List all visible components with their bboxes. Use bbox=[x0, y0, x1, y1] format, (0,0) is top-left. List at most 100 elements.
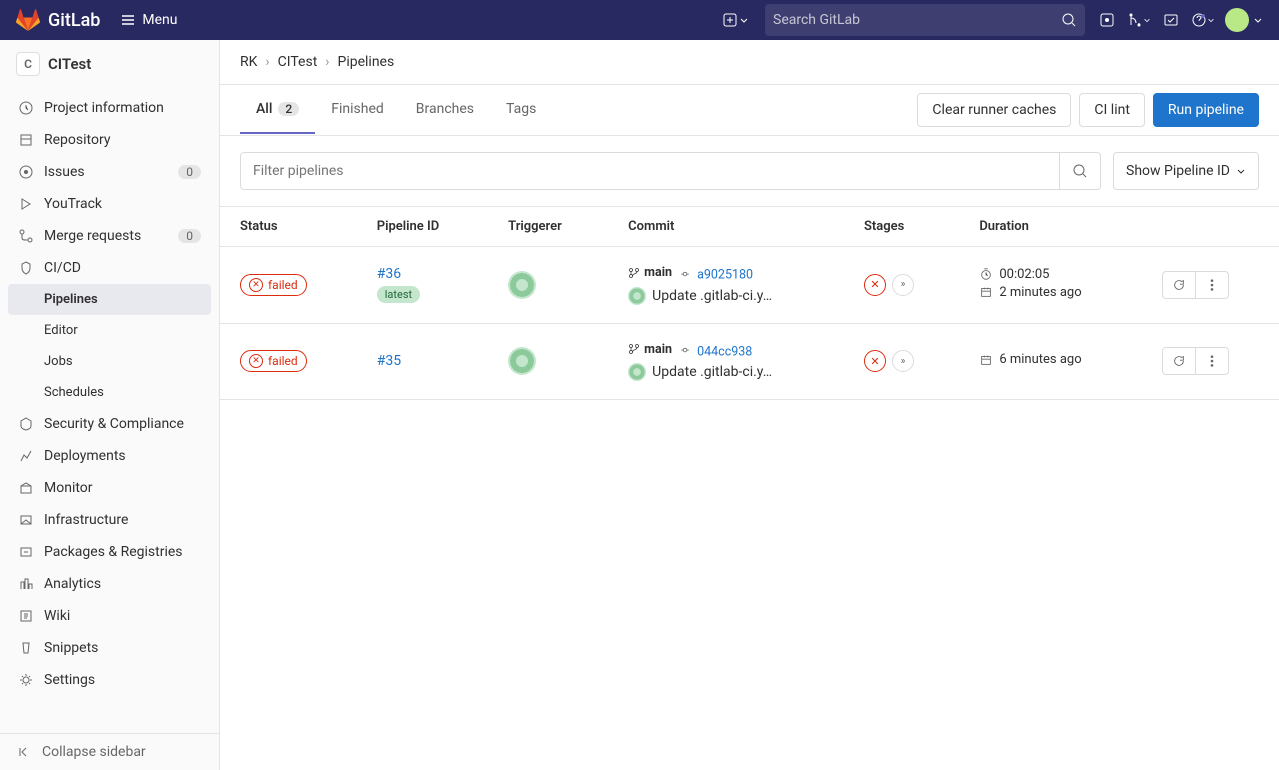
commit-message[interactable]: Update .gitlab-ci.y… bbox=[652, 288, 772, 304]
commit-avatar bbox=[628, 287, 646, 305]
tab-finished[interactable]: Finished bbox=[315, 86, 400, 134]
retry-button[interactable] bbox=[1162, 271, 1196, 299]
sidebar-item-project-information[interactable]: Project information bbox=[8, 92, 211, 124]
chevron-down-icon bbox=[1253, 15, 1263, 25]
merge-icon bbox=[1127, 12, 1143, 28]
search-input[interactable] bbox=[773, 12, 1061, 28]
status-badge[interactable]: ✕failed bbox=[240, 350, 307, 372]
menu-button[interactable]: Menu bbox=[120, 12, 177, 28]
sidebar-item-analytics[interactable]: Analytics bbox=[8, 568, 211, 600]
sidebar-item-label: Infrastructure bbox=[44, 512, 128, 528]
clear-caches-button[interactable]: Clear runner caches bbox=[917, 93, 1071, 127]
project-name: CITest bbox=[48, 55, 91, 73]
tab-tags[interactable]: Tags bbox=[490, 86, 552, 134]
project-header[interactable]: C CITest bbox=[0, 40, 219, 88]
global-search[interactable] bbox=[765, 4, 1085, 36]
project-avatar: C bbox=[16, 52, 40, 76]
todos-icon-button[interactable] bbox=[1157, 8, 1185, 32]
count-badge: 0 bbox=[178, 229, 201, 243]
breadcrumb-project[interactable]: CITest bbox=[278, 54, 318, 70]
kebab-icon bbox=[1205, 278, 1219, 292]
finished-text: 2 minutes ago bbox=[999, 285, 1081, 300]
commit-icon bbox=[680, 269, 690, 279]
chevron-down-icon bbox=[739, 15, 749, 25]
create-new-button[interactable] bbox=[715, 9, 757, 31]
sidebar-item-snippets[interactable]: Snippets bbox=[8, 632, 211, 664]
search-icon bbox=[1072, 163, 1088, 179]
sidebar-item-ci-cd[interactable]: CI/CD bbox=[8, 252, 211, 284]
col-status: Status bbox=[220, 207, 357, 247]
sidebar-item-label: Jobs bbox=[44, 354, 73, 369]
timer-icon bbox=[979, 267, 993, 281]
pipeline-id-link[interactable]: #35 bbox=[377, 353, 401, 369]
help-button[interactable] bbox=[1185, 8, 1221, 32]
hamburger-icon bbox=[120, 12, 136, 28]
pipeline-id-link[interactable]: #36 bbox=[377, 266, 401, 282]
sidebar-item-pipelines[interactable]: Pipelines bbox=[8, 284, 211, 315]
sidebar-item-label: Pipelines bbox=[44, 292, 98, 307]
calendar-icon bbox=[979, 353, 993, 367]
chevron-down-icon bbox=[1236, 166, 1246, 176]
sidebar-item-label: YouTrack bbox=[44, 196, 102, 212]
search-icon bbox=[1061, 12, 1077, 28]
collapse-sidebar-button[interactable]: Collapse sidebar bbox=[0, 733, 219, 770]
breadcrumb-page[interactable]: Pipelines bbox=[338, 54, 395, 70]
issues-icon bbox=[1099, 12, 1115, 28]
col-stages: Stages bbox=[844, 207, 959, 247]
sidebar-item-infrastructure[interactable]: Infrastructure bbox=[8, 504, 211, 536]
count-badge: 0 bbox=[178, 165, 201, 179]
breadcrumb-root[interactable]: RK bbox=[240, 54, 257, 70]
tab-all[interactable]: All 2 bbox=[240, 86, 315, 134]
ci-lint-button[interactable]: CI lint bbox=[1079, 93, 1145, 127]
sidebar-item-label: Deployments bbox=[44, 448, 126, 464]
chevron-down-icon bbox=[1143, 16, 1151, 24]
nav-icon bbox=[18, 672, 34, 688]
sidebar-item-settings[interactable]: Settings bbox=[8, 664, 211, 696]
more-actions-button[interactable] bbox=[1196, 347, 1229, 375]
triggerer-avatar[interactable] bbox=[508, 347, 536, 375]
sidebar-item-monitor[interactable]: Monitor bbox=[8, 472, 211, 504]
sidebar-item-youtrack[interactable]: YouTrack bbox=[8, 188, 211, 220]
sidebar-item-label: Packages & Registries bbox=[44, 544, 183, 560]
gitlab-logo[interactable]: GitLab bbox=[16, 8, 100, 32]
commit-message[interactable]: Update .gitlab-ci.y… bbox=[652, 364, 772, 380]
stage-expand-button[interactable]: » bbox=[892, 350, 914, 372]
commit-hash-link[interactable]: 044cc938 bbox=[697, 344, 752, 359]
branch-link[interactable]: main bbox=[628, 342, 672, 357]
sidebar-item-wiki[interactable]: Wiki bbox=[8, 600, 211, 632]
col-triggerer: Triggerer bbox=[488, 207, 608, 247]
sidebar-item-label: Security & Compliance bbox=[44, 416, 184, 432]
sidebar-item-jobs[interactable]: Jobs bbox=[8, 346, 211, 377]
stage-status-failed[interactable]: ✕ bbox=[864, 350, 886, 372]
run-pipeline-button[interactable]: Run pipeline bbox=[1153, 93, 1259, 127]
chevron-right-icon: › bbox=[325, 54, 329, 70]
sidebar-item-issues[interactable]: Issues0 bbox=[8, 156, 211, 188]
tab-branches[interactable]: Branches bbox=[400, 86, 490, 134]
stage-expand-button[interactable]: » bbox=[892, 274, 914, 296]
more-actions-button[interactable] bbox=[1196, 271, 1229, 299]
issues-icon-button[interactable] bbox=[1093, 8, 1121, 32]
show-pipeline-id-dropdown[interactable]: Show Pipeline ID bbox=[1113, 152, 1259, 190]
nav-icon bbox=[18, 416, 34, 432]
sidebar-item-schedules[interactable]: Schedules bbox=[8, 377, 211, 408]
branch-link[interactable]: main bbox=[628, 265, 672, 280]
sidebar-item-merge-requests[interactable]: Merge requests0 bbox=[8, 220, 211, 252]
tab-count: 2 bbox=[278, 102, 299, 116]
sidebar-item-packages-registries[interactable]: Packages & Registries bbox=[8, 536, 211, 568]
sidebar-item-deployments[interactable]: Deployments bbox=[8, 440, 211, 472]
sidebar-item-label: Project information bbox=[44, 100, 164, 116]
user-avatar[interactable] bbox=[1225, 8, 1249, 32]
retry-button[interactable] bbox=[1162, 347, 1196, 375]
chevron-right-icon: › bbox=[265, 54, 269, 70]
merge-requests-icon-button[interactable] bbox=[1121, 8, 1157, 32]
filter-pipelines-input[interactable] bbox=[241, 153, 1059, 189]
sidebar-item-security-compliance[interactable]: Security & Compliance bbox=[8, 408, 211, 440]
status-badge[interactable]: ✕failed bbox=[240, 274, 307, 296]
sidebar-item-editor[interactable]: Editor bbox=[8, 315, 211, 346]
triggerer-avatar[interactable] bbox=[508, 271, 536, 299]
pipeline-row: ✕failed #36latest main a9025180 Update .… bbox=[220, 247, 1279, 324]
stage-status-failed[interactable]: ✕ bbox=[864, 274, 886, 296]
sidebar-item-repository[interactable]: Repository bbox=[8, 124, 211, 156]
commit-hash-link[interactable]: a9025180 bbox=[697, 268, 753, 283]
filter-search-button[interactable] bbox=[1059, 153, 1100, 189]
